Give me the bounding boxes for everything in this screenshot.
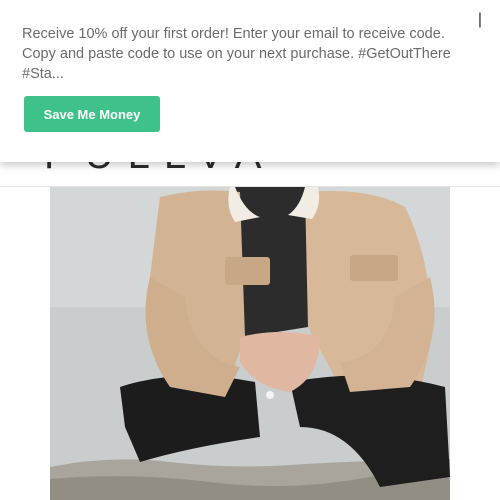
product-hero-image[interactable] (50, 187, 450, 500)
save-me-money-button[interactable]: Save Me Money (24, 96, 160, 132)
promo-popup: Receive 10% off your first order! Enter … (0, 0, 500, 162)
product-photo-icon (50, 187, 450, 500)
page: PULLVA (0, 0, 500, 500)
close-icon[interactable]: | (476, 12, 484, 28)
promo-message: Receive 10% off your first order! Enter … (22, 26, 451, 82)
